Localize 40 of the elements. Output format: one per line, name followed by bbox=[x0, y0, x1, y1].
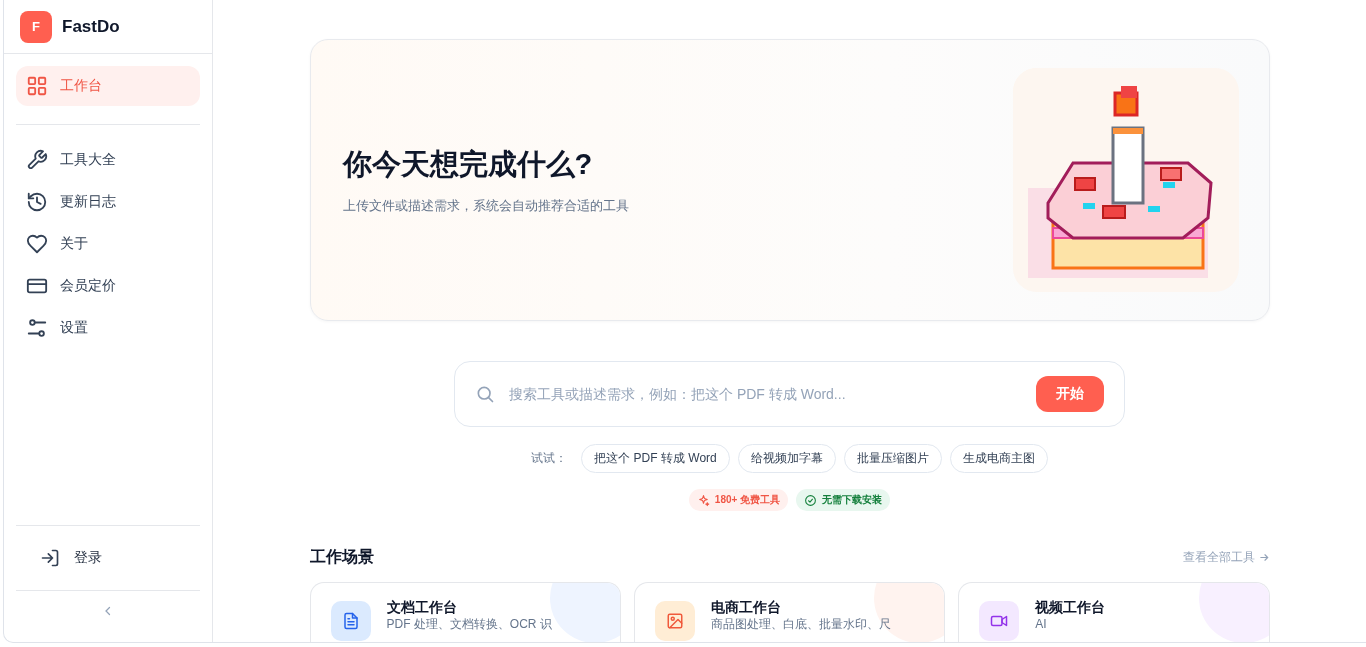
login-button[interactable]: 登录 bbox=[16, 526, 200, 590]
document-icon bbox=[330, 601, 371, 641]
sparkle-icon bbox=[696, 493, 710, 507]
card-title: 视频工作台 bbox=[1035, 599, 1106, 615]
video-camera-icon bbox=[979, 601, 1020, 641]
image-icon bbox=[654, 601, 695, 641]
grid-icon bbox=[26, 75, 48, 97]
search-icon bbox=[475, 384, 495, 404]
app-logo: F bbox=[20, 10, 52, 43]
suggestion-chip[interactable]: 给视频加字幕 bbox=[737, 444, 836, 473]
login-icon bbox=[40, 548, 60, 568]
try-label: 试试： bbox=[531, 450, 568, 467]
arrow-right-icon bbox=[1258, 552, 1270, 563]
card-subtitle: PDF 处理、文档转换、OCR 识 bbox=[386, 617, 552, 631]
card-subtitle: 商品图处理、白底、批量水印、尺 bbox=[710, 617, 891, 631]
nav-item[interactable]: 工具大全 bbox=[16, 140, 200, 180]
hero-subtitle: 上传文件或描述需求，系统会自动推荐合适的工具 bbox=[342, 197, 629, 215]
suggestion-chip[interactable]: 把这个 PDF 转成 Word bbox=[581, 444, 730, 473]
nav-item[interactable]: 关于 bbox=[16, 224, 200, 264]
nav-item[interactable]: 设置 bbox=[16, 308, 200, 348]
workspace-card[interactable]: 电商工作台 商品图处理、白底、批量水印、尺 bbox=[633, 582, 946, 642]
check-circle-icon bbox=[804, 493, 818, 507]
section-title: 工作场景 bbox=[309, 547, 374, 567]
feature-badge: 无需下载安装 bbox=[796, 489, 891, 511]
nav-item[interactable]: 更新日志 bbox=[16, 182, 200, 222]
heart-icon bbox=[26, 233, 48, 255]
suggestion-chip[interactable]: 批量压缩图片 bbox=[843, 444, 942, 473]
settings-icon bbox=[26, 317, 48, 339]
card-title: 文档工作台 bbox=[386, 599, 458, 615]
card-subtitle: AI bbox=[1035, 617, 1048, 631]
card-title: 电商工作台 bbox=[710, 599, 782, 615]
history-icon bbox=[26, 191, 48, 213]
workspace-card[interactable]: 视频工作台 AI bbox=[958, 582, 1270, 642]
hero-title: 你今天想完成什么? bbox=[342, 147, 594, 182]
workspace-card[interactable]: 文档工作台 PDF 处理、文档转换、OCR 识 bbox=[309, 582, 621, 642]
nav-item[interactable]: 会员定价 bbox=[16, 266, 200, 306]
app-name: FastDo bbox=[62, 16, 120, 37]
wrench-icon bbox=[26, 149, 48, 171]
feature-badge: 180+ 免费工具 bbox=[688, 489, 789, 511]
suggestion-chip[interactable]: 生成电商主图 bbox=[949, 444, 1048, 473]
